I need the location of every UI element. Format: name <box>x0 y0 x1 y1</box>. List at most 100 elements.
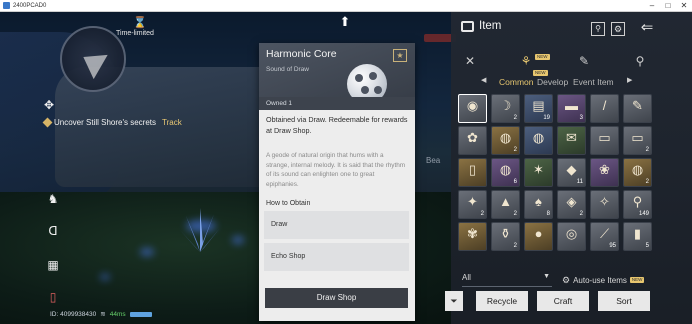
source-draw[interactable]: Draw <box>264 211 409 239</box>
item-slot-emblem[interactable]: ◎ <box>557 222 586 251</box>
item-slot-harmonic-core[interactable]: ◉ <box>458 94 487 123</box>
auto-use-label: Auto-use Items <box>573 275 627 285</box>
ping-value: 44ms <box>109 310 126 318</box>
item-slot-horn[interactable]: ☽ 2 <box>491 94 520 123</box>
quest-tracker[interactable]: Uncover Still Shore's secrets Track <box>42 117 182 128</box>
item-slot-tool[interactable]: ⚲ 149 <box>623 190 652 219</box>
back-arrow-icon[interactable]: ⇐ <box>635 19 659 37</box>
subtab-right-arrow-icon[interactable]: ▶ <box>627 76 632 84</box>
item-slot-stick[interactable]: / <box>590 94 619 123</box>
item-slot-pot[interactable]: ⚱ 2 <box>491 222 520 251</box>
bone-icon: ✧ <box>599 194 610 209</box>
craft-button[interactable]: Craft <box>537 291 589 311</box>
view-cone <box>76 44 108 80</box>
item-slot-ore[interactable]: ◆ 11 <box>557 158 586 187</box>
subtab-develop[interactable]: Develop <box>537 77 568 87</box>
compass-icon[interactable]: ✥ <box>42 98 56 112</box>
stone-pile-icon: ▲ <box>499 194 512 209</box>
item-slot-dish[interactable]: ◍ 2 <box>491 126 520 155</box>
phone-icon[interactable]: ▯ <box>46 290 60 304</box>
subtab-left-arrow-icon[interactable]: ◀ <box>481 76 486 84</box>
item-quantity: 2 <box>645 179 649 185</box>
auto-use-button[interactable]: ⚙ Auto-use Items NEW <box>562 273 650 287</box>
core-hole <box>369 72 377 80</box>
item-quantity: 6 <box>513 179 517 185</box>
search-icon[interactable]: ⚲ <box>591 22 605 36</box>
grid-menu-icon[interactable]: ▦ <box>46 258 60 272</box>
dish-icon: ◍ <box>499 130 512 145</box>
subtab-event-item[interactable]: Event Item <box>573 77 614 87</box>
source-echo-shop[interactable]: Echo Shop <box>264 243 409 271</box>
item-slot-flower-branch[interactable]: ✿ <box>458 126 487 155</box>
item-slot-card-a[interactable]: ▭ <box>590 126 619 155</box>
root-icon: ♠ <box>535 194 542 209</box>
game-scene[interactable]: ⌛ Time-limited ✥ Uncover Still Shore's s… <box>0 12 692 324</box>
item-quantity: 5 <box>645 243 649 249</box>
horse-icon[interactable]: ♞ <box>46 192 60 206</box>
ear-icon[interactable]: ᗡ <box>46 224 60 238</box>
item-slot-leaf[interactable]: ✦ 2 <box>458 190 487 219</box>
tool-icon: ⚲ <box>632 194 643 209</box>
item-slot-pie[interactable]: ◍ 6 <box>491 158 520 187</box>
up-arrow-icon[interactable]: ⬆ <box>337 14 353 30</box>
time-limited-label: Time-limited <box>116 30 154 37</box>
close-icon[interactable]: ✕ <box>676 0 692 12</box>
item-slot-bottle[interactable]: ▯ <box>458 158 487 187</box>
gear-icon[interactable]: ⚙ <box>611 22 625 36</box>
meat-icon: ✾ <box>467 226 478 241</box>
item-slot-bone[interactable]: ✧ <box>590 190 619 219</box>
favorite-star-icon[interactable]: ★ <box>393 49 407 62</box>
stew-icon: ◍ <box>631 162 644 177</box>
tab-tools-icon[interactable]: ✎ <box>575 52 593 70</box>
maximize-icon[interactable]: □ <box>660 0 676 12</box>
bag-icon <box>461 21 474 32</box>
tab-items-icon[interactable]: ⚘ <box>517 52 535 70</box>
item-slot-stone-pile[interactable]: ▲ 2 <box>491 190 520 219</box>
item-slot-bowl[interactable]: ◍ <box>524 126 553 155</box>
leaf-icon: ✦ <box>467 194 478 209</box>
harmonic-core-icon: ◉ <box>466 98 479 113</box>
new-badge: NEW <box>533 70 548 76</box>
item-slot-meat[interactable]: ✾ <box>458 222 487 251</box>
item-grid: ◉ ☽ 2 ▤ 19 ▬ 3/✎ ✿ ◍ 2 ◍ ✉ ▭ ▭ 2 ▯ ◍ 6 ✶ ◆ 11 ❀ ◍ 2 ✦ 2 ▲ 2 ♠ 8 ◈ 2 ✧ ⚲ 14… <box>458 94 658 254</box>
arrow-icon: ⟋ <box>599 226 610 241</box>
item-slot-stew[interactable]: ◍ 2 <box>623 158 652 187</box>
item-slot-arrow[interactable]: ⟋ 95 <box>590 222 619 251</box>
draw-shop-button[interactable]: Draw Shop <box>265 288 408 308</box>
glow-2 <box>232 236 244 244</box>
item-quantity: 2 <box>513 243 517 249</box>
subtabs: ◀ Common NEW Develop Event Item ▶ <box>451 70 692 90</box>
item-slot-case[interactable]: ▬ 3 <box>557 94 586 123</box>
recycle-button[interactable]: Recycle <box>476 291 528 311</box>
item-slot-feather[interactable]: ✎ <box>623 94 652 123</box>
item-slot-card-b[interactable]: ▭ 2 <box>623 126 652 155</box>
app-icon <box>3 2 10 9</box>
tab-location-icon[interactable]: ⚲ <box>631 52 649 70</box>
quest-track-link[interactable]: Track <box>162 118 182 127</box>
item-slot-rod[interactable]: ▮ 5 <box>623 222 652 251</box>
item-slot-purple-flower[interactable]: ❀ <box>590 158 619 187</box>
how-to-obtain-label: How to Obtain <box>266 200 311 207</box>
card-b-icon: ▭ <box>631 130 644 145</box>
item-slot-shell[interactable]: ◈ 2 <box>557 190 586 219</box>
item-slot-herb[interactable]: ✶ <box>524 158 553 187</box>
item-quantity: 2 <box>513 147 517 153</box>
item-slot-orb[interactable]: ● <box>524 222 553 251</box>
pot-icon: ⚱ <box>500 226 511 241</box>
filter-funnel-icon[interactable]: ⏷ <box>445 291 463 311</box>
gear-icon: ⚙ <box>562 274 571 285</box>
hourglass-icon[interactable]: ⌛ <box>133 16 147 30</box>
item-quantity: 2 <box>480 211 484 217</box>
tab-equipment-icon[interactable]: ✕ <box>461 52 479 70</box>
bear-label: Bea <box>426 156 441 165</box>
item-slot-root[interactable]: ♠ 8 <box>524 190 553 219</box>
minimize-icon[interactable]: – <box>644 0 660 12</box>
subtab-common[interactable]: Common <box>499 77 533 87</box>
flower-branch-icon: ✿ <box>467 130 478 145</box>
item-slot-letter[interactable]: ✉ <box>557 126 586 155</box>
letter-icon: ✉ <box>566 130 577 145</box>
filter-dropdown[interactable]: All ▼ <box>462 273 552 287</box>
sort-button[interactable]: Sort <box>598 291 650 311</box>
item-slot-chest[interactable]: ▤ 19 <box>524 94 553 123</box>
item-quantity: 8 <box>546 211 550 217</box>
